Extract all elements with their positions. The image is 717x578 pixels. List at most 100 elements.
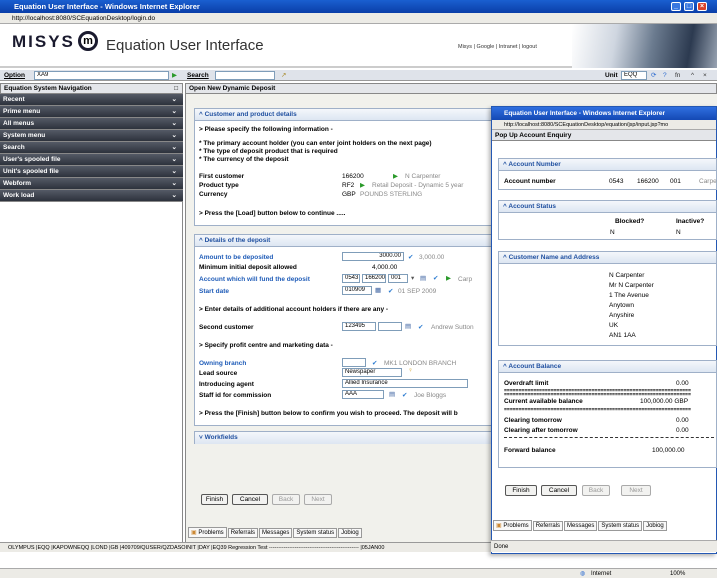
cancel-button[interactable]: Cancel bbox=[232, 494, 268, 505]
workfields-header[interactable]: ˅ Workfields bbox=[195, 432, 493, 444]
popup-tab-referrals[interactable]: Referrals bbox=[532, 521, 564, 531]
calendar-icon[interactable]: ▦ bbox=[375, 286, 381, 294]
zoom-level[interactable]: 100% bbox=[670, 569, 685, 578]
nav-toggle-icon[interactable]: □ bbox=[174, 84, 178, 93]
function-icon[interactable]: fn bbox=[675, 70, 680, 81]
option-input[interactable]: XA9 bbox=[34, 71, 169, 80]
check-icon: ✔ bbox=[418, 324, 424, 331]
agent-input[interactable]: Allied Insurance bbox=[342, 379, 468, 388]
nav-item-users-spooled[interactable]: User's spooled file ⌄ bbox=[0, 154, 183, 166]
warning-icon: ▣ bbox=[191, 530, 197, 536]
popup-address-line: N Carpenter bbox=[609, 272, 645, 279]
nav-item-search[interactable]: Search ⌄ bbox=[0, 142, 183, 154]
fund-customer-input[interactable]: 166200 bbox=[362, 274, 386, 283]
tab-referrals[interactable]: Referrals bbox=[227, 528, 259, 538]
popup-separator: ========================================… bbox=[504, 393, 691, 397]
unit-select[interactable]: EQQ bbox=[621, 71, 647, 80]
play-icon[interactable]: ▶ bbox=[360, 181, 365, 189]
go-arrow-icon[interactable]: ▶ bbox=[172, 70, 177, 81]
popup-available-value: 100,000.00 GBP bbox=[640, 398, 689, 405]
popup-tab-messages[interactable]: Messages bbox=[564, 521, 598, 531]
play-icon[interactable]: ▶ bbox=[446, 274, 451, 282]
lookup-icon[interactable]: ▤ bbox=[405, 322, 411, 330]
bullet-1: * The primary account holder (you can en… bbox=[199, 140, 432, 147]
amount-input[interactable]: 3000.00 bbox=[342, 252, 404, 261]
chevron-down-icon: ⌄ bbox=[171, 168, 177, 175]
warning-icon: ▣ bbox=[496, 523, 502, 529]
collapse-icon[interactable]: ^ bbox=[691, 70, 694, 81]
maximize-icon[interactable]: □ bbox=[684, 2, 694, 11]
deposit-section-header[interactable]: ^ Details of the deposit bbox=[195, 235, 493, 247]
start-date-label: Start date bbox=[199, 288, 229, 295]
popup-back-button[interactable]: Back bbox=[582, 485, 610, 496]
popup-balance-header[interactable]: ^ Account Balance bbox=[499, 361, 716, 373]
popup-address-line: UK bbox=[609, 322, 619, 329]
popup-account-number-header[interactable]: ^ Account Number bbox=[499, 159, 716, 171]
popup-tab-problems[interactable]: ▣ Problems bbox=[493, 520, 532, 531]
app-banner: MISYS m Equation User Interface Misys | … bbox=[0, 24, 717, 68]
second-customer-extra-input[interactable] bbox=[378, 322, 402, 331]
owning-branch-input[interactable] bbox=[342, 358, 366, 367]
popup-cancel-button[interactable]: Cancel bbox=[541, 485, 577, 496]
popup-separator: ========================================… bbox=[504, 408, 691, 412]
banner-image bbox=[572, 24, 717, 68]
popup-address-line: 1 The Avenue bbox=[609, 292, 649, 299]
owning-branch-display: MK1 LONDON BRANCH bbox=[384, 360, 457, 367]
staff-input[interactable]: AAA bbox=[342, 390, 384, 399]
popup-overdraft-value: 0.00 bbox=[676, 380, 689, 387]
dropdown-icon[interactable]: ▾ bbox=[411, 274, 414, 282]
finish-button[interactable]: Finish bbox=[201, 494, 228, 505]
minimize-icon[interactable]: _ bbox=[671, 2, 681, 11]
popup-customer-header[interactable]: ^ Customer Name and Address bbox=[499, 252, 716, 264]
nav-item-webform[interactable]: Webform ⌄ bbox=[0, 178, 183, 190]
nav-item-system-menu[interactable]: System menu ⌄ bbox=[0, 130, 183, 142]
nav-item-prime-menu[interactable]: Prime menu ⌄ bbox=[0, 106, 183, 118]
popup-inactive-value: N bbox=[676, 229, 681, 236]
amount-display: 3,000.00 bbox=[419, 254, 445, 261]
popup-finish-button[interactable]: Finish bbox=[505, 485, 537, 496]
popup-address-bar[interactable]: http://localhost:8080/SCEquationDesktop/… bbox=[492, 120, 716, 130]
check-icon: ✔ bbox=[402, 392, 408, 399]
tab-problems[interactable]: ▣ Problems bbox=[188, 527, 227, 538]
first-customer-name: N Carpenter bbox=[405, 173, 441, 180]
customer-section-header[interactable]: ^ Customer and product details bbox=[195, 109, 493, 121]
fund-branch-input[interactable]: 0543 bbox=[342, 274, 360, 283]
tab-messages[interactable]: Messages bbox=[259, 528, 293, 538]
search-go-icon[interactable]: ↗ bbox=[281, 70, 286, 81]
close-panel-icon[interactable]: × bbox=[703, 70, 707, 81]
refresh-icon[interactable]: ⟳ bbox=[651, 70, 656, 81]
back-button[interactable]: Back bbox=[272, 494, 300, 505]
popup-blocked-label: Blocked? bbox=[615, 218, 645, 225]
tab-system-status[interactable]: System status bbox=[293, 528, 338, 538]
popup-account-status-header[interactable]: ^ Account Status bbox=[499, 201, 716, 213]
next-button[interactable]: Next bbox=[304, 494, 332, 505]
search-input[interactable] bbox=[215, 71, 275, 80]
customer-instruction: > Please specify the following informati… bbox=[199, 126, 333, 133]
lookup-icon[interactable]: ▤ bbox=[389, 390, 395, 398]
nav-item-work-load[interactable]: Work load ⌄ bbox=[0, 190, 183, 202]
load-instruction: > Press the [Load] button below to conti… bbox=[199, 210, 346, 217]
popup-address-line: Anyshire bbox=[609, 312, 635, 319]
lightbulb-icon[interactable]: ♀ bbox=[408, 367, 413, 374]
address-bar[interactable]: http://localhost:8080/SCEquationDesktop/… bbox=[0, 13, 717, 24]
nav-item-units-spooled[interactable]: Unit's spooled file ⌄ bbox=[0, 166, 183, 178]
second-customer-input[interactable]: 123495 bbox=[342, 322, 376, 331]
close-icon[interactable]: × bbox=[697, 2, 707, 11]
nav-item-recent[interactable]: Recent ⌄ bbox=[0, 94, 183, 106]
nav-item-all-menus[interactable]: All menus ⌄ bbox=[0, 118, 183, 130]
first-customer-label: First customer bbox=[199, 173, 245, 180]
popup-divider bbox=[504, 437, 714, 438]
help-icon[interactable]: ? bbox=[663, 70, 667, 81]
play-icon[interactable]: ▶ bbox=[393, 172, 398, 180]
popup-status-text: Done bbox=[494, 544, 509, 550]
currency-desc: POUNDS STERLING bbox=[360, 191, 423, 198]
header-links[interactable]: Misys | Google | Intranet | logout bbox=[458, 44, 537, 50]
lookup-icon[interactable]: ▤ bbox=[420, 274, 426, 282]
lead-source-input[interactable]: Newspaper bbox=[342, 368, 402, 377]
popup-next-button[interactable]: Next bbox=[621, 485, 651, 496]
popup-tab-jobiog[interactable]: Jobiog bbox=[643, 521, 667, 531]
popup-tab-system-status[interactable]: System status bbox=[598, 521, 643, 531]
tab-jobiog[interactable]: Jobiog bbox=[338, 528, 362, 538]
start-date-input[interactable]: 010909 bbox=[342, 286, 372, 295]
fund-suffix-input[interactable]: 001 bbox=[388, 274, 408, 283]
